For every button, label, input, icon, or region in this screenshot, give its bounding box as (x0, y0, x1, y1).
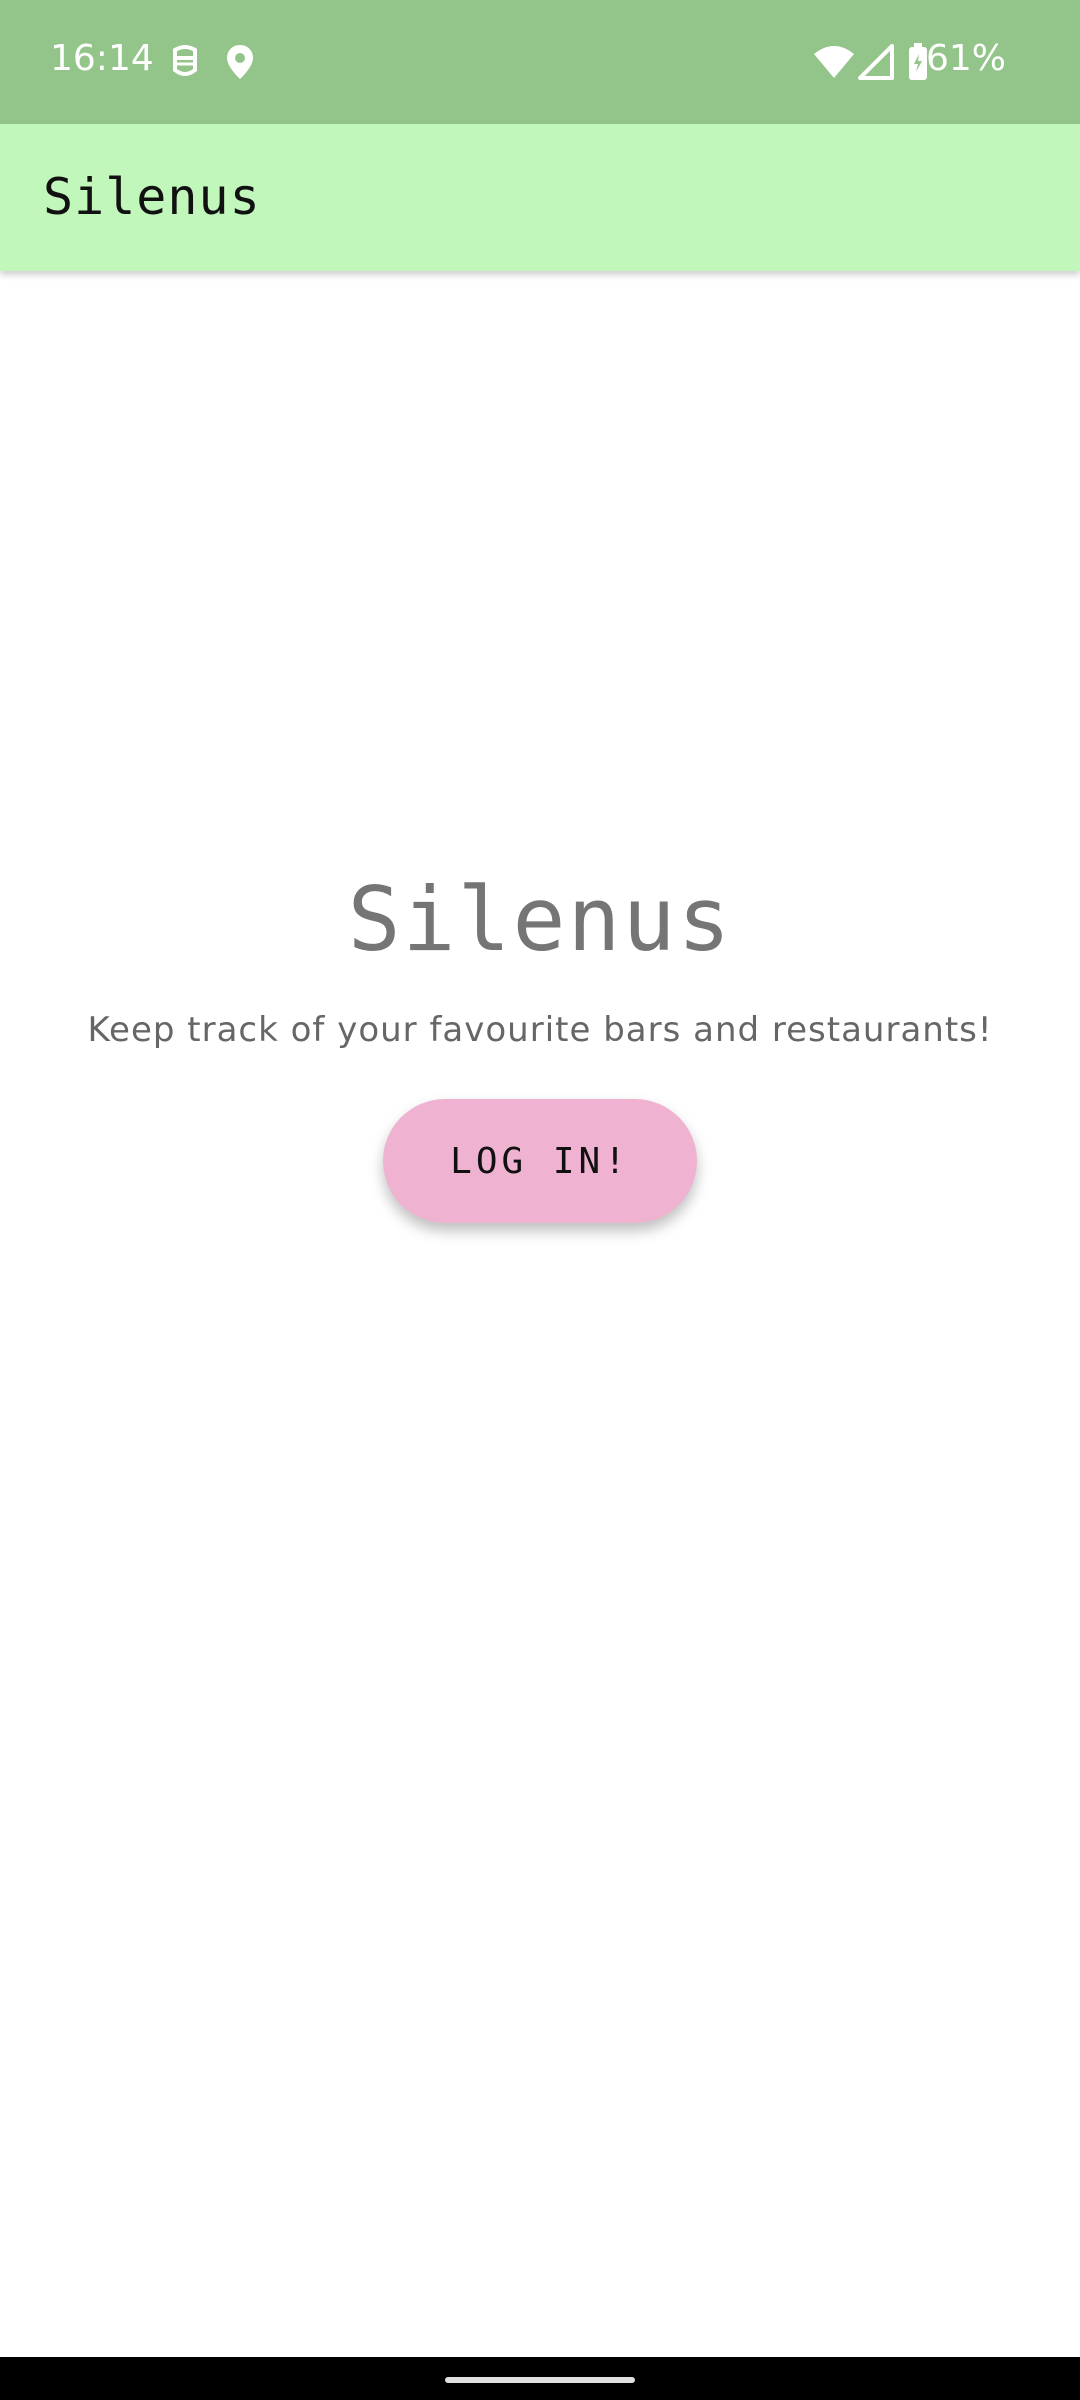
navigation-bar (0, 2357, 1080, 2400)
location-icon (220, 42, 260, 82)
login-button-label: LOG IN! (450, 1140, 630, 1182)
status-bar: 16:14 61% (0, 0, 1080, 124)
cell-signal-icon (856, 42, 896, 82)
app-bar-title: Silenus (43, 168, 261, 226)
hero-title: Silenus (347, 868, 733, 971)
notification-icon (165, 42, 205, 82)
wifi-icon (812, 42, 856, 82)
battery-percentage: 61% (925, 38, 1006, 79)
home-indicator[interactable] (445, 2377, 635, 2383)
status-time: 16:14 (50, 38, 154, 79)
app-bar: Silenus (0, 124, 1080, 271)
hero-subtitle: Keep track of your favourite bars and re… (87, 1010, 993, 1050)
login-button[interactable]: LOG IN! (383, 1099, 697, 1223)
main-content (0, 271, 1080, 2357)
